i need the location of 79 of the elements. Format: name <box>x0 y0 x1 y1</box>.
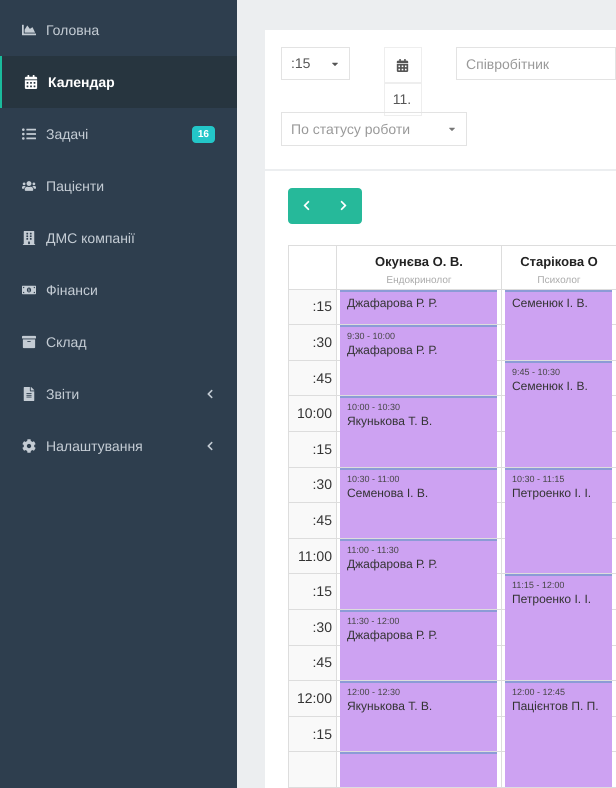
banknote-icon <box>22 283 36 297</box>
patient-name: Семенюк І. В. <box>512 378 589 394</box>
appointment-block[interactable]: 10:30 - 11:00 Семенова І. В. <box>340 468 497 538</box>
patient-name: Семенюк І. В. <box>512 294 589 311</box>
patient-name: Джафарова Р. Р. <box>347 556 438 572</box>
patient-name: Якунькова Т. В. <box>347 698 434 714</box>
appointment-time: 11:15 - 12:00 <box>512 579 566 592</box>
appointment-block[interactable]: 11:15 - 12:00 Петроенко І. І. <box>505 574 612 680</box>
appointment-block[interactable]: 10:00 - 10:30 Якунькова Т. В. <box>340 396 497 467</box>
appointment-time: 10:30 - 11:00 <box>347 472 400 485</box>
appointment-block[interactable]: 9:30 - 10:00 Джафарова Р. Р. <box>340 325 497 396</box>
appointment-block[interactable]: 11:00 - 11:30 Джафарова Р. Р. <box>340 538 497 609</box>
patient-name: Петроенко І. І. <box>512 484 592 501</box>
next-button[interactable] <box>325 188 362 224</box>
patient-name: Семенова І. В. <box>347 484 430 501</box>
appointment-block[interactable] <box>340 752 497 787</box>
time-cell: 12:00 <box>289 681 337 717</box>
sidebar-item[interactable]: Фінанси <box>0 264 237 316</box>
appointment-time: 9:30 - 10:00 <box>347 330 396 342</box>
patient-name: Джафарова Р. Р. <box>347 342 438 358</box>
count-badge: 16 <box>192 126 215 142</box>
settings-icon <box>22 439 36 453</box>
doctor-name: Старікова О <box>520 252 598 271</box>
appointment-time: 10:30 - 11:15 <box>512 472 566 485</box>
time-cell: :45 <box>289 503 337 539</box>
appointment-block[interactable]: Семенюк І. В. <box>505 290 612 360</box>
chart-icon <box>22 23 36 37</box>
sidebar-item[interactable]: Календар <box>0 56 237 108</box>
file-icon <box>22 387 36 401</box>
time-cell: 10:00 <box>289 396 337 432</box>
appointment-block[interactable]: 9:45 - 10:30 Семенюк І. В. <box>505 360 612 467</box>
employee-field[interactable]: Співробітник <box>456 47 616 80</box>
time-cell: :15 <box>289 574 337 610</box>
appointment-time: 11:30 - 12:00 <box>347 615 400 627</box>
interval-select[interactable]: :15 <box>281 47 350 80</box>
doctor-specialty: Ендокринолог <box>386 274 452 288</box>
list-icon <box>22 127 36 141</box>
time-cell: :45 <box>289 646 337 682</box>
sidebar-item[interactable]: Налаштування <box>0 420 237 472</box>
sidebar-item[interactable]: Задачі 16 <box>0 108 237 160</box>
patient-name: Джафарова Р. Р. <box>347 294 438 311</box>
users-icon <box>22 179 36 193</box>
calendar-icon <box>396 58 410 72</box>
patient-name: Джафарова Р. Р. <box>347 627 438 643</box>
appointment-time: 12:00 - 12:45 <box>512 686 566 698</box>
appointment-time: 9:45 - 10:30 <box>512 366 562 378</box>
time-cell: :15 <box>289 290 337 326</box>
patient-name: Петроенко І. І. <box>512 591 592 608</box>
archive-icon <box>22 335 36 349</box>
time-cell: :30 <box>289 468 337 504</box>
appointment-time: 10:00 - 10:30 <box>347 401 402 414</box>
time-cell: :45 <box>289 360 337 396</box>
chevron-right-icon <box>338 200 349 212</box>
appointment-time: 12:00 - 12:30 <box>347 686 402 698</box>
doctor-specialty: Психолог <box>537 274 581 288</box>
building-icon <box>22 231 36 245</box>
date-field[interactable]: 11. <box>384 83 422 116</box>
previous-button[interactable] <box>288 188 325 224</box>
time-cell: :30 <box>289 325 337 361</box>
appointment-block[interactable]: 12:00 - 12:45 Пацієнтов П. П. <box>505 681 612 787</box>
time-cell: 11:00 <box>289 538 337 574</box>
patient-name: Якунькова Т. В. <box>347 413 434 430</box>
calendar-icon <box>24 75 38 89</box>
appointment-block[interactable]: 12:00 - 12:30 Якунькова Т. В. <box>340 681 497 752</box>
sidebar-item[interactable]: ДМС компанії <box>0 212 237 264</box>
time-cell: :15 <box>289 716 337 752</box>
patient-name: Пацієнтов П. П. <box>512 698 600 714</box>
appointment-block[interactable]: 11:30 - 12:00 Джафарова Р. Р. <box>340 610 497 680</box>
appointment-block[interactable]: 10:30 - 11:15 Петроенко І. І. <box>505 468 612 574</box>
time-cell: :30 <box>289 610 337 646</box>
appointment-time: 11:00 - 11:30 <box>347 544 400 556</box>
sidebar-item[interactable]: Склад <box>0 316 237 368</box>
time-cell: :15 <box>289 432 337 468</box>
doctor-name: Окунєва О. В. <box>375 252 463 271</box>
sidebar-item[interactable]: Звіти <box>0 368 237 420</box>
appointment-block[interactable]: Джафарова Р. Р. <box>340 290 497 324</box>
sidebar-item[interactable]: Пацієнти <box>0 160 237 212</box>
sidebar-item[interactable]: Головна <box>0 4 237 56</box>
chevron-left-icon <box>301 200 312 212</box>
